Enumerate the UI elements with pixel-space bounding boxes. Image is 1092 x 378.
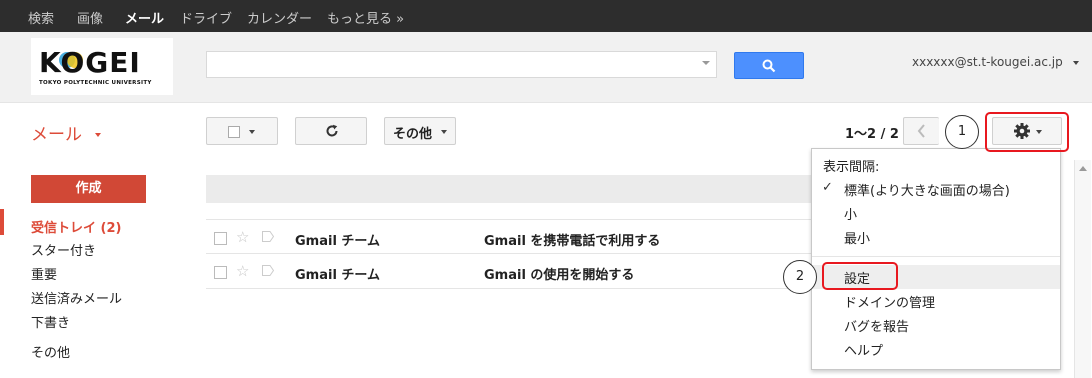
sidebar-item-starred[interactable]: スター付き: [31, 240, 96, 259]
density-option-compact[interactable]: 最小: [844, 228, 870, 247]
topnav-images[interactable]: 画像: [77, 8, 103, 27]
select-all-button[interactable]: [206, 117, 278, 145]
table-row[interactable]: ☆ Gmail チーム Gmail を携帯電話で利用する: [206, 219, 812, 254]
table-row[interactable]: ☆ Gmail チーム Gmail の使用を開始する: [206, 254, 812, 289]
logo-subtext: TOKYO POLYTECHNIC UNIVERSITY: [39, 80, 152, 86]
mail-label: メール: [31, 125, 82, 145]
checkbox-icon: [228, 126, 240, 138]
highlight-settings-item: [822, 262, 898, 290]
account-switcher[interactable]: xxxxxx@st.t-kougei.ac.jp: [912, 55, 1079, 69]
highlight-settings-gear: [985, 112, 1069, 152]
message-sender: Gmail チーム: [295, 234, 381, 249]
row-checkbox[interactable]: [214, 232, 227, 245]
sidebar-item-drafts[interactable]: 下書き: [31, 312, 70, 331]
menu-item-manage-domain[interactable]: ドメインの管理: [844, 292, 935, 311]
pagination-count: 1～2 / 2: [845, 127, 899, 142]
more-caret-icon: [441, 130, 447, 134]
mail-caret-icon: [95, 133, 102, 137]
step-1-marker: 1: [945, 115, 979, 149]
scrollbar[interactable]: [1074, 160, 1091, 378]
topnav-mail[interactable]: メール: [125, 8, 164, 27]
topnav-more[interactable]: もっと見る »: [327, 8, 404, 27]
compose-button[interactable]: 作成: [31, 175, 146, 203]
search-input[interactable]: [206, 51, 717, 78]
inbox-selected-indicator: [0, 209, 4, 235]
top-nav-bar: 検索 画像 メール ドライブ カレンダー もっと見る »: [0, 0, 1092, 32]
refresh-icon: [326, 124, 338, 137]
density-header: 表示間隔:: [823, 160, 880, 175]
list-header-bar: [206, 175, 812, 203]
row-checkbox[interactable]: [214, 266, 227, 279]
sidebar-item-important[interactable]: 重要: [31, 264, 57, 283]
sidebar-item-more[interactable]: その他: [31, 342, 70, 361]
settings-menu: 表示間隔: ✓ 標準(より大きな画面の場合) 小 最小 設定 ドメインの管理 バ…: [811, 148, 1061, 370]
logo[interactable]: KOGEI TOKYO POLYTECHNIC UNIVERSITY: [31, 38, 173, 95]
account-email: xxxxxx@st.t-kougei.ac.jp: [912, 55, 1063, 69]
search-icon: [762, 59, 776, 73]
newer-button[interactable]: [903, 117, 939, 145]
density-option-cozy[interactable]: 小: [844, 204, 857, 223]
mail-menu[interactable]: メール: [31, 120, 102, 145]
checkmark-icon: ✓: [822, 180, 833, 195]
chevron-left-icon: [917, 124, 925, 138]
sidebar-item-sent[interactable]: 送信済みメール: [31, 288, 122, 307]
menu-item-report-bug[interactable]: バグを報告: [844, 316, 909, 335]
message-subject: Gmail の使用を開始する: [484, 268, 635, 283]
refresh-button[interactable]: [295, 117, 367, 145]
menu-divider: [812, 256, 1060, 257]
sidebar-item-inbox[interactable]: 受信トレイ (2): [31, 217, 121, 236]
search-options-caret-icon[interactable]: [702, 61, 710, 65]
logo-text: KOGEI: [39, 46, 141, 79]
menu-item-help[interactable]: ヘルプ: [844, 340, 883, 359]
scroll-up-arrow-icon[interactable]: [1079, 166, 1087, 171]
density-option-comfortable[interactable]: 標準(より大きな画面の場合): [844, 180, 1010, 199]
message-sender: Gmail チーム: [295, 268, 381, 283]
more-actions-label: その他: [393, 127, 433, 142]
search-button[interactable]: [734, 52, 804, 79]
star-icon[interactable]: ☆: [236, 262, 249, 280]
select-caret-icon: [249, 130, 255, 134]
account-caret-icon: [1072, 60, 1079, 65]
more-actions-button[interactable]: その他: [384, 117, 456, 145]
topnav-search[interactable]: 検索: [28, 8, 54, 27]
star-icon[interactable]: ☆: [236, 228, 249, 246]
topnav-drive[interactable]: ドライブ: [180, 8, 232, 27]
topnav-calendar[interactable]: カレンダー: [247, 8, 312, 27]
importance-marker-icon[interactable]: [262, 231, 274, 242]
importance-marker-icon[interactable]: [262, 265, 274, 276]
message-subject: Gmail を携帯電話で利用する: [484, 234, 661, 249]
step-2-marker: 2: [783, 260, 817, 294]
